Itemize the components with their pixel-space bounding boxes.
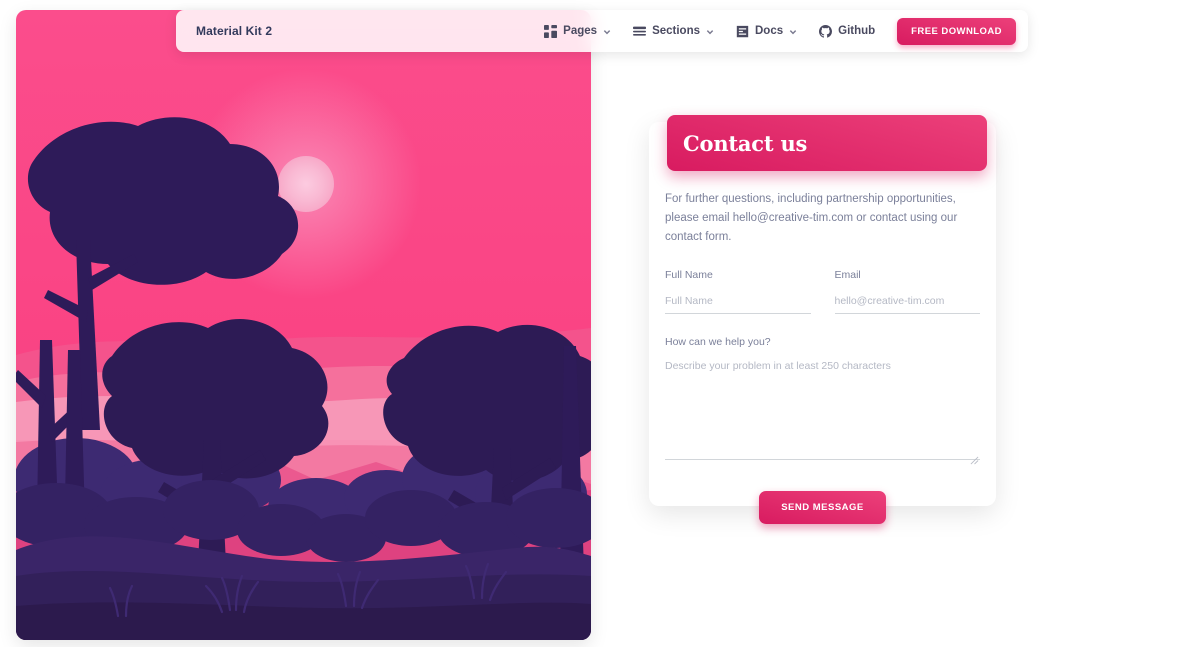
message-textarea[interactable] (665, 358, 980, 460)
send-button-row: SEND MESSAGE (665, 491, 980, 524)
grid-icon (544, 24, 558, 38)
chevron-down-icon (789, 27, 797, 35)
send-message-button[interactable]: SEND MESSAGE (759, 491, 886, 524)
full-name-input[interactable] (665, 295, 811, 314)
contact-card-header: Contact us (667, 115, 987, 171)
nav-item-docs-label: Docs (755, 25, 784, 37)
nav-item-pages-label: Pages (563, 25, 598, 37)
top-navbar: Material Kit 2 Pages Sections Docs Githu… (176, 10, 1028, 52)
nav-item-sections-label: Sections (652, 25, 700, 37)
email-input[interactable] (834, 295, 980, 314)
forest-sunset-illustration (16, 10, 591, 640)
chevron-down-icon (706, 27, 714, 35)
nav-item-github-label: Github (838, 25, 876, 37)
lines-icon (633, 25, 647, 38)
nav-item-pages[interactable]: Pages (544, 24, 611, 38)
full-name-field: Full Name (665, 269, 811, 314)
illustration-svg (16, 10, 591, 640)
nav-item-docs[interactable]: Docs (736, 25, 797, 38)
message-label: How can we help you? (665, 336, 771, 348)
nav-item-sections[interactable]: Sections (633, 25, 714, 38)
message-textarea-wrapper (665, 358, 980, 465)
message-field: How can we help you? (665, 336, 980, 465)
navbar-links: Pages Sections Docs Github FREE DOWNLOAD (544, 17, 1016, 45)
github-icon (819, 24, 833, 38)
contact-card: Contact us For further questions, includ… (649, 115, 996, 524)
contact-card-body: For further questions, including partner… (649, 190, 996, 524)
full-name-label: Full Name (665, 269, 713, 281)
page-title: Contact us (683, 130, 808, 156)
email-label: Email (834, 269, 861, 281)
email-field: Email (834, 269, 980, 314)
free-download-button[interactable]: FREE DOWNLOAD (897, 17, 1016, 45)
page-root: Material Kit 2 Pages Sections Docs Githu… (0, 0, 1200, 647)
nav-item-github[interactable]: Github (819, 24, 876, 38)
document-icon (736, 25, 749, 38)
brand-label[interactable]: Material Kit 2 (196, 24, 272, 38)
name-email-row: Full Name Email (665, 269, 980, 314)
chevron-down-icon (603, 27, 611, 35)
contact-lead-text: For further questions, including partner… (665, 193, 958, 243)
